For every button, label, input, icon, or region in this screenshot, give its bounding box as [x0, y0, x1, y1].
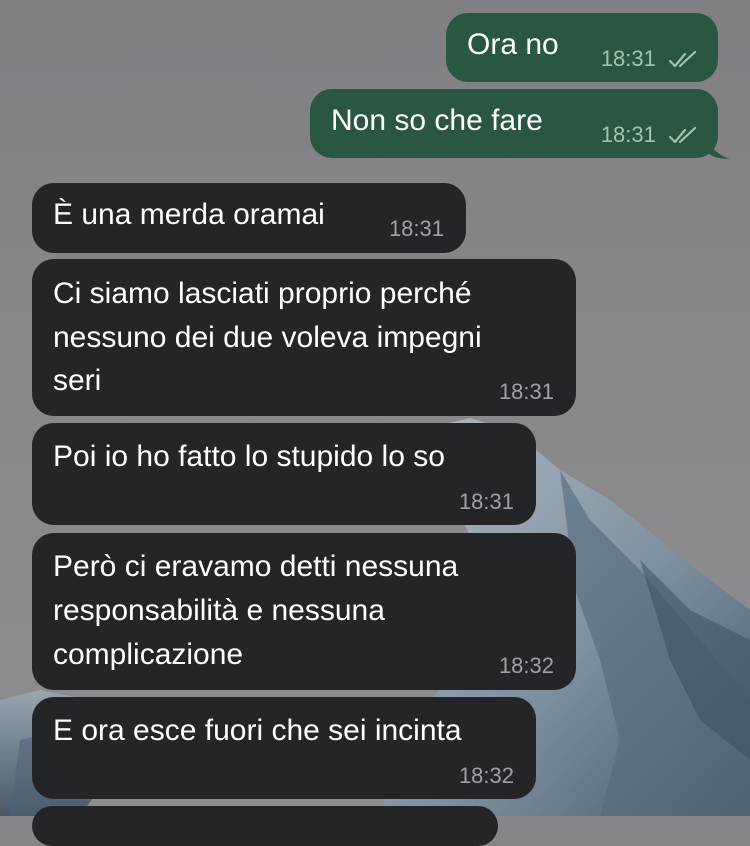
message-text-line: responsabilità e nessuna [53, 594, 385, 627]
outgoing-message[interactable]: Ora no 18:31 [446, 13, 718, 82]
message-time: 18:31 [388, 216, 444, 241]
message-meta: 18:31 [601, 122, 698, 148]
message-text-line: complicazione [53, 638, 244, 671]
message-time: 18:32 [498, 653, 554, 678]
message-text-line: Però ci eravamo detti nessuna [53, 550, 459, 583]
message-text: E ora esce fuori che sei incinta [53, 714, 462, 747]
bubble-tail [708, 139, 730, 159]
message-time: 18:31 [458, 489, 514, 514]
message-text: Non so che fare [331, 104, 543, 137]
message-text-line: nessuno dei due voleva impegni [53, 321, 482, 354]
outgoing-message[interactable]: Non so che fare 18:31 [310, 89, 718, 158]
message-time: 18:31 [498, 379, 554, 404]
message-text: Poi io ho fatto lo stupido lo so [53, 440, 445, 473]
message-text: Ora no [467, 28, 559, 61]
incoming-message[interactable]: Però ci eravamo detti nessuna responsabi… [32, 533, 576, 690]
message-meta: 18:31 [601, 46, 698, 72]
message-time: 18:31 [600, 46, 656, 71]
message-time: 18:31 [600, 122, 656, 147]
incoming-message-partial[interactable] [32, 806, 498, 846]
incoming-message[interactable]: Ci siamo lasciati proprio perché nessuno… [32, 259, 576, 416]
incoming-message[interactable]: È una merda oramai 18:31 [32, 183, 466, 253]
double-check-icon [668, 51, 697, 68]
message-time: 18:32 [458, 763, 514, 788]
message-text: È una merda oramai [53, 198, 325, 231]
double-check-icon [668, 127, 697, 144]
incoming-message[interactable]: Poi io ho fatto lo stupido lo so 18:31 [32, 423, 536, 525]
message-text-line: Ci siamo lasciati proprio perché [53, 277, 472, 310]
incoming-message[interactable]: E ora esce fuori che sei incinta 18:32 [32, 697, 536, 799]
message-text-line: seri [53, 364, 102, 397]
